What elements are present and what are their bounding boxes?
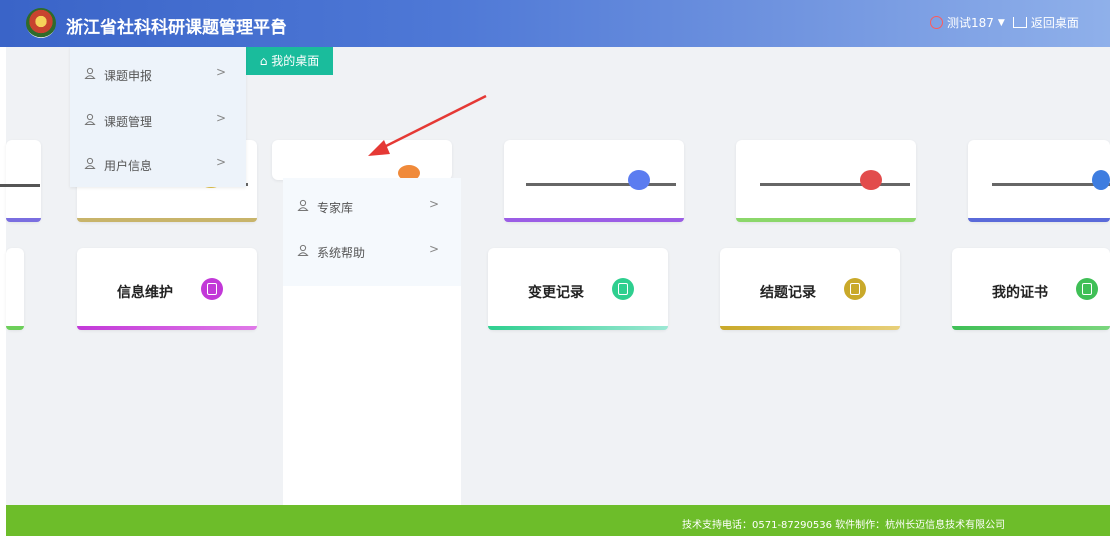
home-icon[interactable] [1012, 17, 1027, 28]
card-partial-left-2[interactable] [6, 248, 24, 330]
clock-icon [612, 278, 634, 300]
menu-item-system-help[interactable]: 系统帮助 > [283, 228, 461, 274]
chevron-down-icon[interactable]: ▼ [998, 18, 1005, 28]
user-icon [84, 113, 96, 125]
user-name[interactable]: 测试187 [947, 14, 994, 31]
user-area: 测试187 ▼ 返回桌面 [930, 14, 1079, 31]
tab-my-desktop[interactable]: ⌂ 我的桌面 [246, 47, 333, 75]
document-icon [201, 278, 223, 300]
card-label: 结题记录 [760, 285, 816, 301]
chevron-right-icon: > [216, 65, 227, 79]
card-completion-log[interactable]: 结题记录 [720, 248, 900, 330]
card-label: 变更记录 [528, 285, 584, 301]
menu-item-project-manage[interactable]: 课题管理 > [70, 97, 246, 143]
user-icon[interactable] [930, 16, 943, 29]
card-change-log[interactable]: 变更记录 [488, 248, 668, 330]
chevron-right-icon: > [216, 111, 227, 125]
footer-text: 技术支持电话：0571-87290536 软件制作：杭州长迈信息技术有限公司 [682, 520, 1006, 531]
chevron-right-icon: > [216, 155, 227, 169]
render-glitch [0, 184, 40, 187]
home-icon: ⌂ [259, 54, 268, 68]
hamburger-icon[interactable]: ≡ [263, 12, 293, 36]
nav-dropdown-menu: 课题申报 > 课题管理 > 用户信息 > [70, 47, 246, 187]
certificate-icon [1076, 278, 1098, 300]
menu-item-label: 用户信息 [104, 159, 153, 173]
render-glitch [526, 183, 676, 186]
logo-icon [26, 8, 56, 38]
card-my-certificates[interactable]: 我的证书 [952, 248, 1110, 330]
card-partial-left[interactable] [6, 140, 41, 222]
menu-item-user-info[interactable]: 用户信息 > [70, 141, 246, 187]
menu-item-label: 课题申报 [104, 69, 153, 83]
document-icon [844, 278, 866, 300]
back-to-desktop-link[interactable]: 返回桌面 [1031, 14, 1079, 31]
card-row1-5[interactable] [968, 140, 1110, 222]
user-icon [84, 67, 96, 79]
tab-label: 我的桌面 [271, 54, 320, 68]
badge-icon [860, 170, 882, 190]
submenu-list: 专家库 > 系统帮助 > [283, 178, 461, 286]
chevron-right-icon: > [429, 242, 440, 256]
menu-item-label: 课题管理 [104, 115, 153, 129]
card-info-maintenance[interactable]: 信息维护 [77, 248, 257, 330]
card-row1-4[interactable] [736, 140, 916, 222]
menu-item-label: 专家库 [317, 201, 354, 215]
badge-icon [628, 170, 650, 190]
user-icon [297, 244, 309, 256]
card-label: 信息维护 [117, 285, 173, 301]
app-title: 浙江省社科科研课题管理平台 [66, 18, 287, 38]
chevron-right-icon: > [429, 197, 440, 211]
card-label: 我的证书 [992, 285, 1048, 301]
badge-icon [1092, 170, 1110, 190]
render-glitch [760, 183, 910, 186]
menu-item-expert-pool[interactable]: 专家库 > [283, 183, 461, 229]
menu-item-label: 系统帮助 [317, 246, 366, 260]
menu-item-project-apply[interactable]: 课题申报 > [70, 51, 246, 97]
user-icon [297, 199, 309, 211]
annotation-arrow-icon [368, 94, 487, 156]
user-icon [84, 157, 96, 169]
card-row1-3[interactable] [504, 140, 684, 222]
